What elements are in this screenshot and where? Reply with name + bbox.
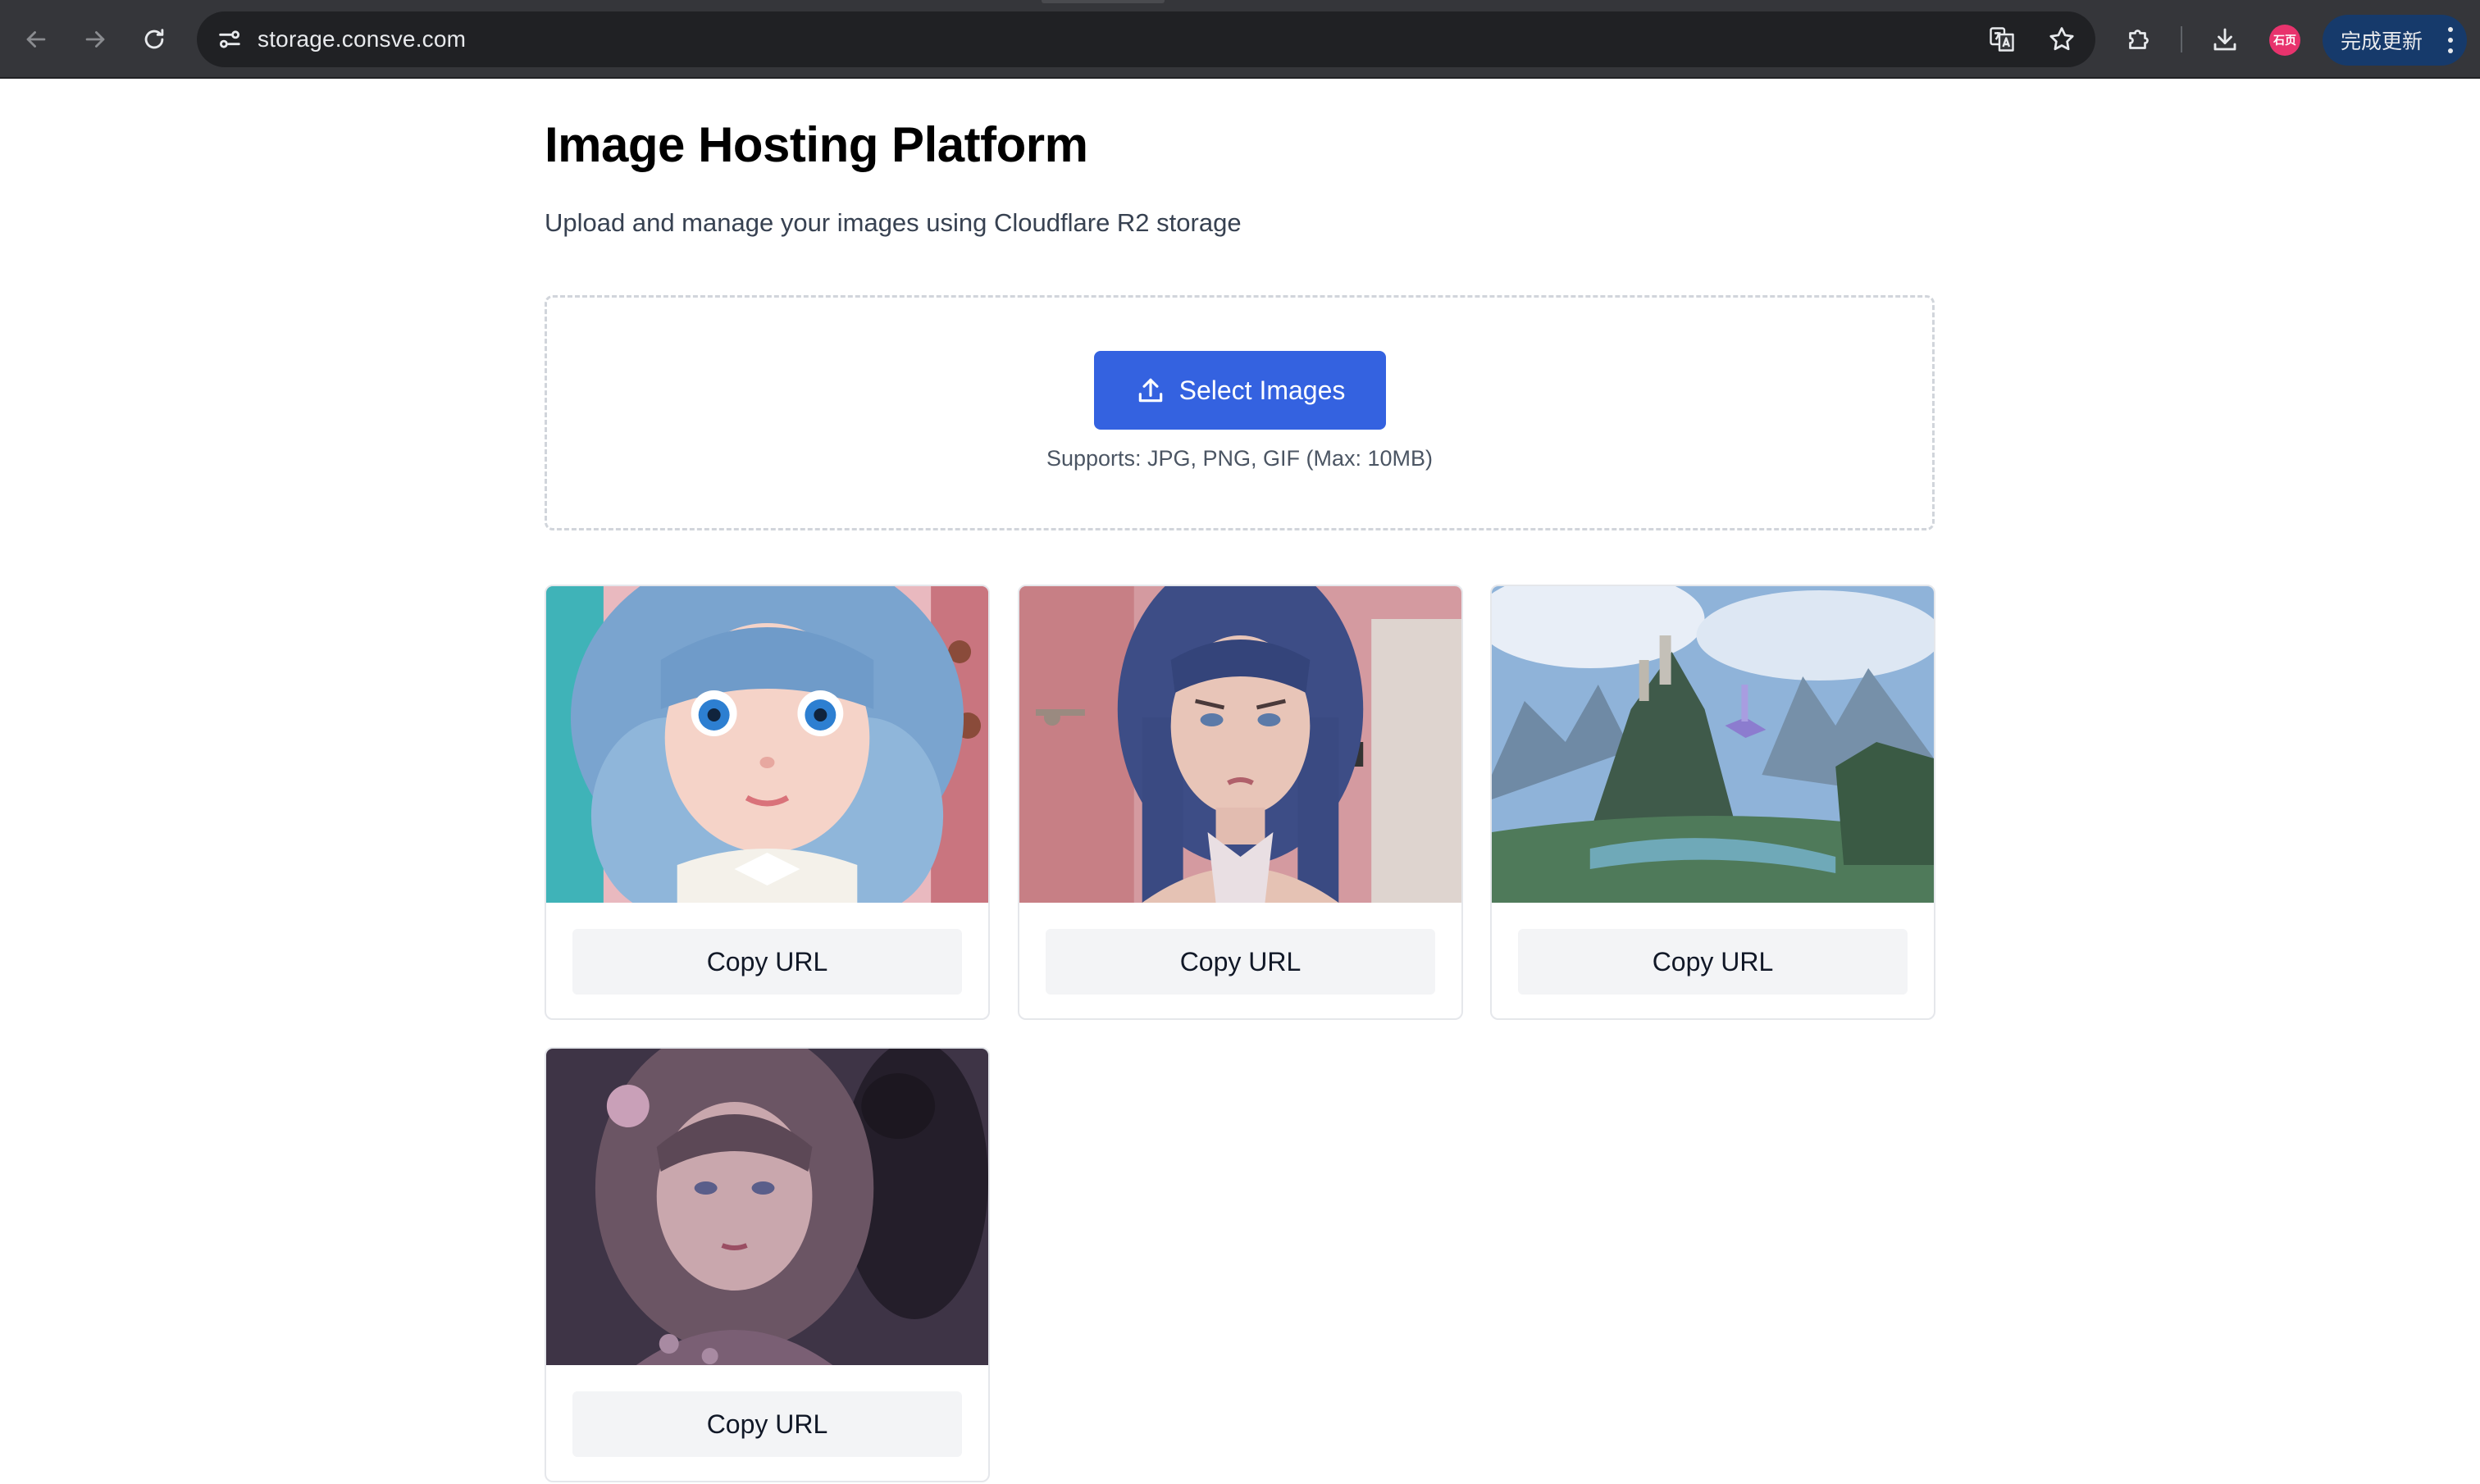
image-card: Copy URL [1490,585,1935,1020]
image-card: Copy URL [1018,585,1463,1020]
image-card: Copy URL [545,585,990,1020]
image-thumbnail[interactable] [546,1049,988,1365]
supported-formats-text: Supports: JPG, PNG, GIF (Max: 10MB) [1046,446,1434,471]
bookmark-button[interactable] [2042,20,2081,59]
copy-url-button[interactable]: Copy URL [1518,929,1908,995]
downloads-button[interactable] [2205,20,2245,59]
puzzle-icon [2129,30,2149,49]
reload-icon [144,29,164,49]
address-bar[interactable]: storage.consve.com [197,11,2095,67]
site-info-button[interactable] [210,20,249,59]
copy-url-button[interactable]: Copy URL [1046,929,1435,995]
tune-icon [219,30,240,48]
image-card: Copy URL [545,1047,990,1482]
download-icon [2213,28,2236,51]
arrow-left-icon [26,31,46,48]
image-thumbnail[interactable] [1019,586,1461,903]
toolbar-divider [2181,26,2182,52]
arrow-right-icon [85,31,105,48]
image-thumbnail[interactable] [1492,586,1934,903]
profile-avatar[interactable]: 石页 [2269,25,2300,56]
forward-button[interactable] [75,20,115,59]
page-title: Image Hosting Platform [545,117,1088,172]
reload-button[interactable] [134,20,174,59]
browser-toolbar: storage.consve.com 石页 完成更新 [0,0,2480,79]
more-vertical-icon [2447,27,2454,53]
translate-icon [1990,27,2014,52]
translate-button[interactable] [1982,20,2022,59]
url-text[interactable]: storage.consve.com [258,11,466,67]
copy-url-button[interactable]: Copy URL [572,929,962,995]
page-subtitle: Upload and manage your images using Clou… [545,208,1242,237]
upload-icon [1138,378,1162,403]
tab-strip-edge [1042,0,1165,3]
update-button[interactable]: 完成更新 [2323,15,2467,66]
select-images-label: Select Images [1178,375,1346,405]
select-images-button[interactable]: Select Images [1094,351,1386,430]
extensions-button[interactable] [2119,20,2159,59]
back-button[interactable] [16,20,56,59]
star-icon [2049,27,2074,51]
image-thumbnail[interactable] [546,586,988,903]
update-label: 完成更新 [2341,30,2423,53]
copy-url-button[interactable]: Copy URL [572,1391,962,1457]
